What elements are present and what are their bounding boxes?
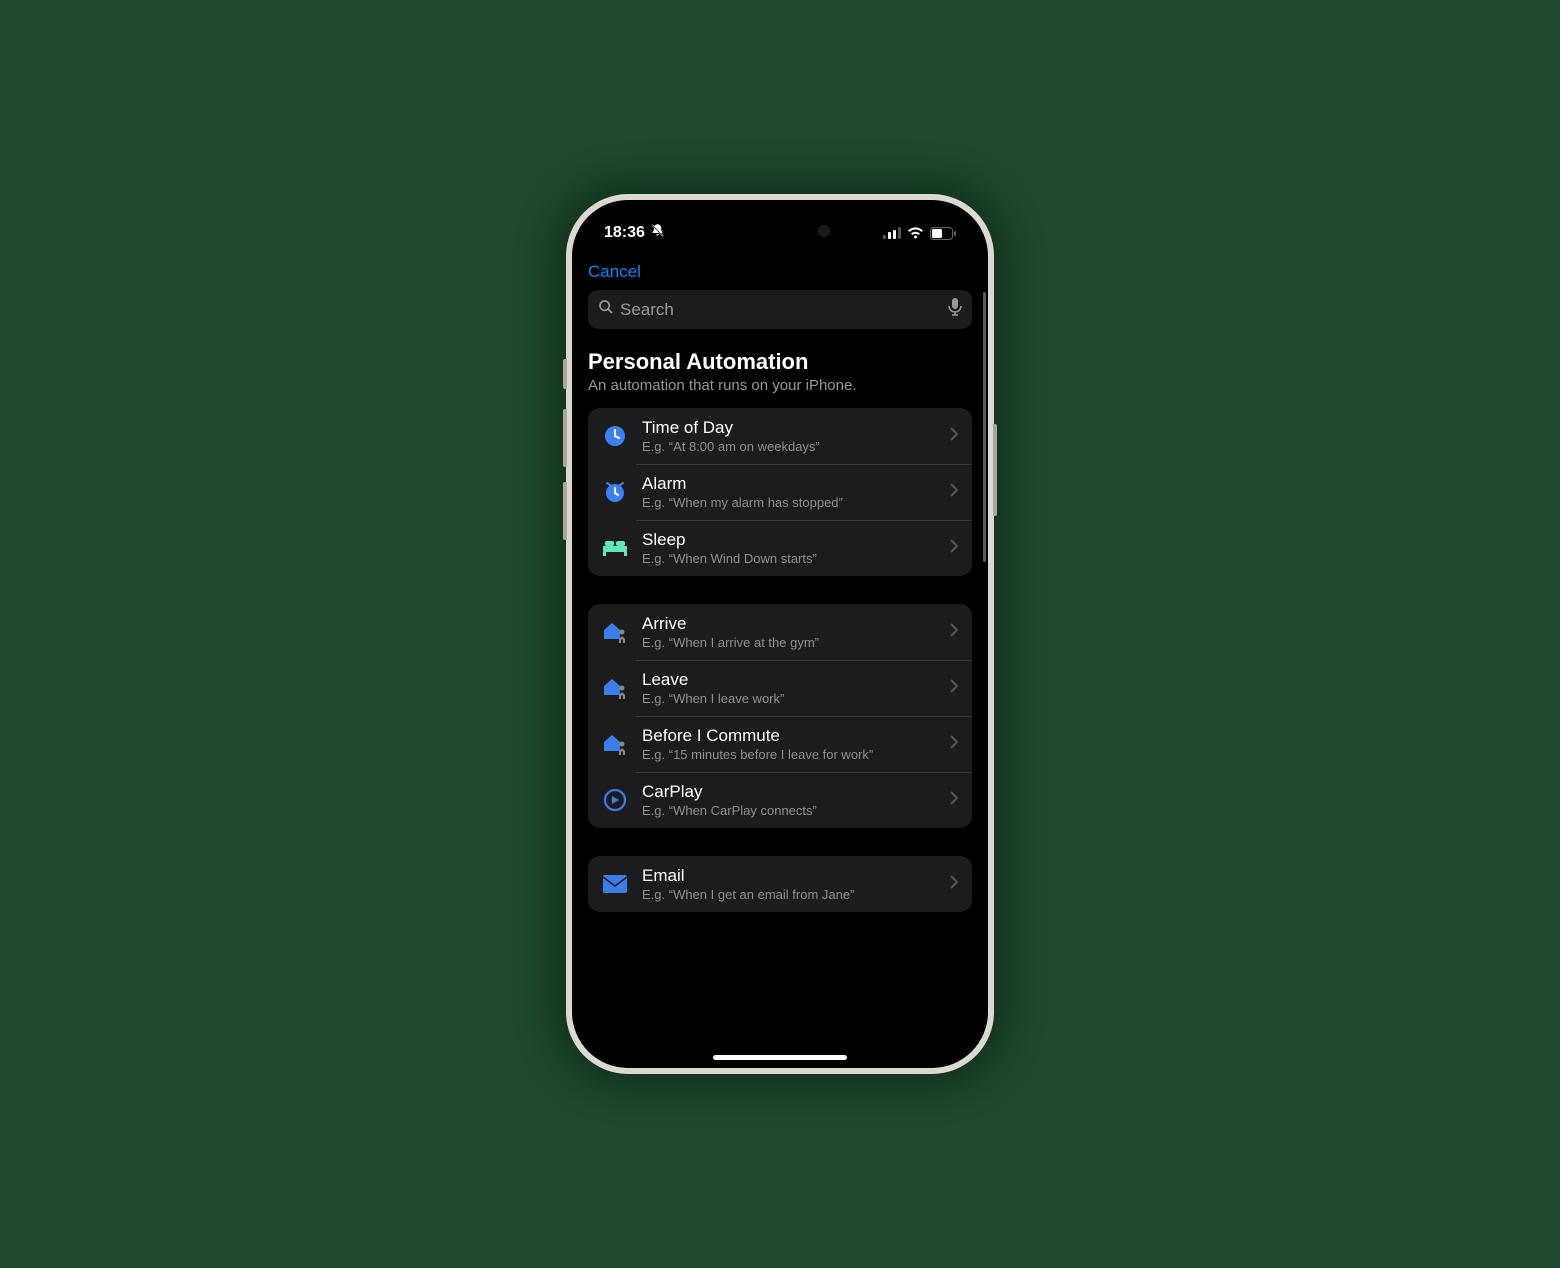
trigger-group-communication: Email E.g. “When I get an email from Jan…: [588, 856, 972, 912]
power-button: [993, 424, 997, 516]
mail-icon: [602, 871, 628, 897]
carplay-icon: [602, 787, 628, 813]
chevron-right-icon: [950, 623, 958, 642]
trigger-title: Time of Day: [642, 418, 936, 438]
chevron-right-icon: [950, 791, 958, 810]
chevron-right-icon: [950, 679, 958, 698]
trigger-subtitle: E.g. “When I leave work”: [642, 691, 936, 706]
home-person-icon: [602, 731, 628, 757]
section-title: Personal Automation: [588, 349, 972, 375]
bed-icon: [602, 535, 628, 561]
search-icon: [598, 299, 614, 320]
microphone-icon[interactable]: [948, 298, 962, 321]
home-person-icon: [602, 675, 628, 701]
search-bar[interactable]: [588, 290, 972, 329]
scroll-indicator[interactable]: [983, 292, 986, 562]
front-camera: [818, 225, 830, 237]
trigger-subtitle: E.g. “When I arrive at the gym”: [642, 635, 936, 650]
section-subtitle: An automation that runs on your iPhone.: [588, 377, 972, 394]
trigger-title: Leave: [642, 670, 936, 690]
trigger-carplay[interactable]: CarPlay E.g. “When CarPlay connects”: [588, 772, 972, 828]
alarm-icon: [602, 479, 628, 505]
trigger-title: Arrive: [642, 614, 936, 634]
trigger-email[interactable]: Email E.g. “When I get an email from Jan…: [588, 856, 972, 912]
trigger-subtitle: E.g. “When my alarm has stopped”: [642, 495, 936, 510]
chevron-right-icon: [950, 483, 958, 502]
chevron-right-icon: [950, 539, 958, 558]
trigger-title: Alarm: [642, 474, 936, 494]
trigger-subtitle: E.g. “When Wind Down starts”: [642, 551, 936, 566]
trigger-subtitle: E.g. “When I get an email from Jane”: [642, 887, 936, 902]
wifi-icon: [907, 227, 924, 240]
trigger-sleep[interactable]: Sleep E.g. “When Wind Down starts”: [588, 520, 972, 576]
trigger-before-i-commute[interactable]: Before I Commute E.g. “15 minutes before…: [588, 716, 972, 772]
trigger-leave[interactable]: Leave E.g. “When I leave work”: [588, 660, 972, 716]
dnd-icon: [650, 223, 665, 243]
trigger-arrive[interactable]: Arrive E.g. “When I arrive at the gym”: [588, 604, 972, 660]
cancel-button[interactable]: Cancel: [588, 262, 641, 282]
chevron-right-icon: [950, 875, 958, 894]
dynamic-island: [720, 214, 840, 248]
scroll-content[interactable]: Personal Automation An automation that r…: [572, 290, 988, 1068]
navigation-bar: Cancel: [572, 250, 988, 290]
trigger-subtitle: E.g. “When CarPlay connects”: [642, 803, 936, 818]
battery-icon: [930, 227, 956, 240]
chevron-right-icon: [950, 735, 958, 754]
chevron-right-icon: [950, 427, 958, 446]
trigger-subtitle: E.g. “At 8:00 am on weekdays”: [642, 439, 936, 454]
phone-frame: 18:36 Canc: [566, 194, 994, 1074]
section-header: Personal Automation An automation that r…: [588, 349, 972, 394]
clock-icon: [602, 423, 628, 449]
trigger-title: Email: [642, 866, 936, 886]
home-person-icon: [602, 619, 628, 645]
volume-up-button: [563, 409, 567, 467]
phone-screen: 18:36 Canc: [572, 200, 988, 1068]
trigger-title: CarPlay: [642, 782, 936, 802]
trigger-title: Before I Commute: [642, 726, 936, 746]
mute-switch: [563, 359, 567, 389]
status-time: 18:36: [604, 224, 645, 242]
search-input[interactable]: [620, 300, 942, 320]
volume-down-button: [563, 482, 567, 540]
cellular-signal-icon: [883, 227, 901, 239]
home-indicator[interactable]: [713, 1055, 847, 1060]
trigger-title: Sleep: [642, 530, 936, 550]
trigger-group-location: Arrive E.g. “When I arrive at the gym” L…: [588, 604, 972, 828]
trigger-time-of-day[interactable]: Time of Day E.g. “At 8:00 am on weekdays…: [588, 408, 972, 464]
trigger-group-schedule: Time of Day E.g. “At 8:00 am on weekdays…: [588, 408, 972, 576]
trigger-subtitle: E.g. “15 minutes before I leave for work…: [642, 747, 936, 762]
trigger-alarm[interactable]: Alarm E.g. “When my alarm has stopped”: [588, 464, 972, 520]
